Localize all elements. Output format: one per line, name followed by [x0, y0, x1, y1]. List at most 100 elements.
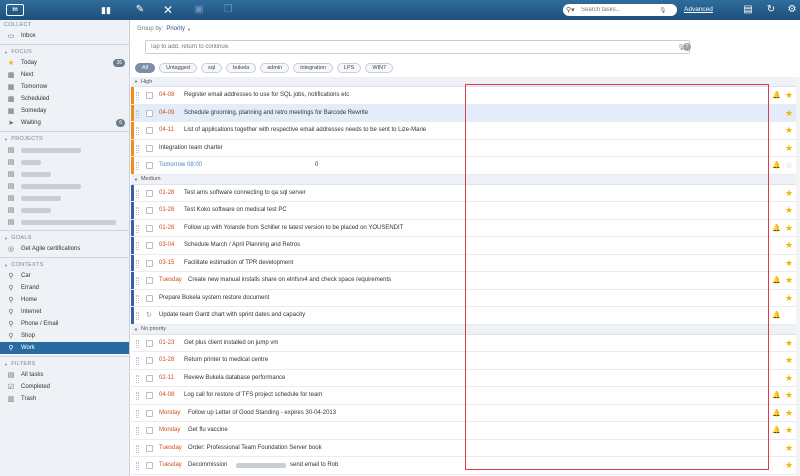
- task-row[interactable]: Monday Follow up Letter of Good Standing …: [131, 404, 800, 422]
- sidebar-context-car[interactable]: ⚲ Car: [0, 270, 129, 282]
- task-row[interactable]: 03-15 Facilitate estimation of TPR develo…: [131, 254, 800, 272]
- search-icon[interactable]: ⚲▾: [563, 6, 581, 14]
- reminder-bell-icon[interactable]: 🔔: [772, 161, 781, 169]
- reminder-bell-icon[interactable]: 🔔: [772, 391, 781, 399]
- task-title[interactable]: Create new manual installs share on elnf…: [188, 277, 391, 283]
- star-icon[interactable]: ★: [785, 240, 793, 251]
- sidebar-context-shop[interactable]: ⚲ Shop: [0, 330, 129, 342]
- task-row[interactable]: 04-09 Schedule grooming, planning and ret…: [131, 104, 800, 122]
- task-checkbox[interactable]: [146, 277, 153, 284]
- sidebar-item-tomorrow[interactable]: ▦ Tomorrow: [0, 81, 129, 93]
- task-title[interactable]: Order: Professional Team Foundation Serv…: [188, 445, 322, 451]
- reminder-bell-icon[interactable]: 🔔: [772, 224, 781, 232]
- task-row[interactable]: Prepare Bukela system restore document ★: [131, 289, 800, 307]
- drag-handle[interactable]: [136, 162, 139, 170]
- task-checkbox[interactable]: [146, 162, 153, 169]
- task-row[interactable]: 03-04 Schedule March / April Planning and…: [131, 237, 800, 255]
- tag-chip-sql[interactable]: sql: [200, 63, 223, 73]
- task-title[interactable]: Get plus client installed on jump vm: [184, 340, 278, 346]
- sidebar-filter-trash[interactable]: ▥ Trash: [0, 393, 129, 405]
- contexts-header[interactable]: ▼ CONTEXTS: [0, 260, 129, 270]
- star-icon[interactable]: ★: [785, 205, 793, 216]
- drag-handle[interactable]: [136, 259, 139, 268]
- task-title[interactable]: Schedule grooming, planning and retro me…: [184, 110, 368, 116]
- drag-handle[interactable]: [136, 207, 139, 215]
- move-icon[interactable]: ▣: [193, 4, 205, 16]
- sidebar-context-errand[interactable]: ⚲ Errand: [0, 282, 129, 294]
- chevron-down-icon[interactable]: ▼: [134, 177, 138, 182]
- task-checkbox[interactable]: [146, 109, 153, 117]
- sidebar-project-item[interactable]: ▤: [0, 156, 129, 168]
- star-icon[interactable]: ★: [785, 293, 793, 304]
- star-icon[interactable]: ★: [785, 90, 793, 101]
- task-title[interactable]: Log call for restore of TFS project sche…: [184, 392, 322, 398]
- advanced-search-link[interactable]: Advanced: [684, 6, 713, 13]
- focus-header[interactable]: ▼ FOCUS: [0, 47, 129, 57]
- task-title[interactable]: Update team Gantt chart with sprint date…: [159, 312, 305, 318]
- task-checkbox[interactable]: [146, 144, 153, 152]
- sidebar-context-phone-email[interactable]: ⚲ Phone / Email: [0, 318, 129, 330]
- filters-header[interactable]: ▼ FILTERS: [0, 359, 129, 369]
- sidebar-project-item[interactable]: ▤: [0, 144, 129, 156]
- drag-handle[interactable]: [136, 144, 139, 153]
- star-icon[interactable]: ★: [785, 188, 793, 199]
- sidebar-project-item[interactable]: ▤: [0, 168, 129, 180]
- drag-handle[interactable]: [136, 444, 139, 453]
- drag-handle[interactable]: [136, 312, 139, 320]
- sidebar-item-someday[interactable]: ▦ Someday: [0, 105, 129, 117]
- task-row[interactable]: 04-08 Log call for restore of TFS project…: [131, 387, 800, 405]
- task-checkbox[interactable]: [146, 427, 153, 434]
- task-row[interactable]: 04-11 List of applications together with …: [131, 122, 800, 140]
- star-icon[interactable]: ★: [785, 425, 793, 436]
- pencil-icon[interactable]: ✎: [134, 4, 146, 16]
- task-checkbox[interactable]: [146, 294, 153, 302]
- task-checkbox[interactable]: [146, 339, 153, 347]
- task-title[interactable]: Decommission: [188, 462, 227, 468]
- task-row[interactable]: 01-28 Return printer to medical centre ★: [131, 352, 800, 370]
- task-checkbox[interactable]: [146, 409, 153, 417]
- drag-handle[interactable]: [136, 339, 139, 348]
- reminder-bell-icon[interactable]: 🔔: [772, 276, 781, 284]
- drag-handle[interactable]: [136, 409, 139, 418]
- group-by-control[interactable]: Group by: Priority ▼: [131, 20, 800, 38]
- task-title[interactable]: Return printer to medical centre: [184, 357, 268, 363]
- sidebar-project-item[interactable]: ▤: [0, 192, 129, 204]
- reminder-bell-icon[interactable]: 🔔: [772, 426, 781, 434]
- star-icon[interactable]: ★: [785, 460, 793, 471]
- gear-icon[interactable]: ⚙: [786, 4, 798, 16]
- task-row[interactable]: Monday Get flu vaccine 🔔 ★: [131, 422, 800, 440]
- task-row[interactable]: 01-28 Test ams software connecting to qa …: [131, 184, 800, 202]
- task-row[interactable]: Tuesday Order: Professional Team Foundati…: [131, 439, 800, 457]
- sidebar-item-next[interactable]: ▦ Next: [0, 69, 129, 81]
- projects-header[interactable]: ▼ PROJECTS: [0, 134, 129, 144]
- microphone-icon[interactable]: 🎙: [659, 7, 667, 14]
- copy-icon[interactable]: ❐: [222, 4, 234, 16]
- star-icon[interactable]: ★: [785, 258, 793, 269]
- group-header[interactable]: ▼ Medium: [131, 174, 800, 185]
- drag-handle[interactable]: [136, 242, 139, 250]
- star-icon[interactable]: ★: [785, 223, 793, 234]
- sidebar-filter-all-tasks[interactable]: ▤ All tasks: [0, 369, 129, 381]
- drag-handle[interactable]: [136, 277, 139, 285]
- sidebar-context-internet[interactable]: ⚲ Internet: [0, 306, 129, 318]
- close-icon[interactable]: ✕: [162, 4, 174, 16]
- task-checkbox[interactable]: [146, 242, 153, 249]
- add-task-input[interactable]: [146, 41, 666, 53]
- task-row[interactable]: 01-23 Get plus client installed on jump v…: [131, 334, 800, 352]
- sidebar-item-goal[interactable]: ◎ Get Agile certifications: [0, 243, 129, 255]
- task-row[interactable]: 02-11 Review Bukela database performance ★: [131, 369, 800, 387]
- star-icon[interactable]: ★: [785, 355, 793, 366]
- task-title[interactable]: List of applications together with respe…: [184, 127, 426, 133]
- scrollbar[interactable]: [796, 77, 800, 476]
- task-title[interactable]: Review Bukela database performance: [184, 375, 285, 381]
- chevron-down-icon[interactable]: ▼: [134, 327, 138, 332]
- task-title[interactable]: Follow up with Yolande from Schiller re …: [184, 225, 403, 231]
- task-checkbox[interactable]: [146, 462, 153, 469]
- task-checkbox[interactable]: [146, 189, 153, 197]
- task-row[interactable]: 01-28 Test Koko software on medical test …: [131, 202, 800, 220]
- group-by-value[interactable]: Priority: [166, 26, 185, 32]
- chat-icon[interactable]: ▤: [742, 4, 754, 16]
- task-title[interactable]: Test ams software connecting to qa sql s…: [184, 190, 306, 196]
- star-icon[interactable]: ★: [785, 408, 793, 419]
- sidebar-filter-completed[interactable]: ☑ Completed: [0, 381, 129, 393]
